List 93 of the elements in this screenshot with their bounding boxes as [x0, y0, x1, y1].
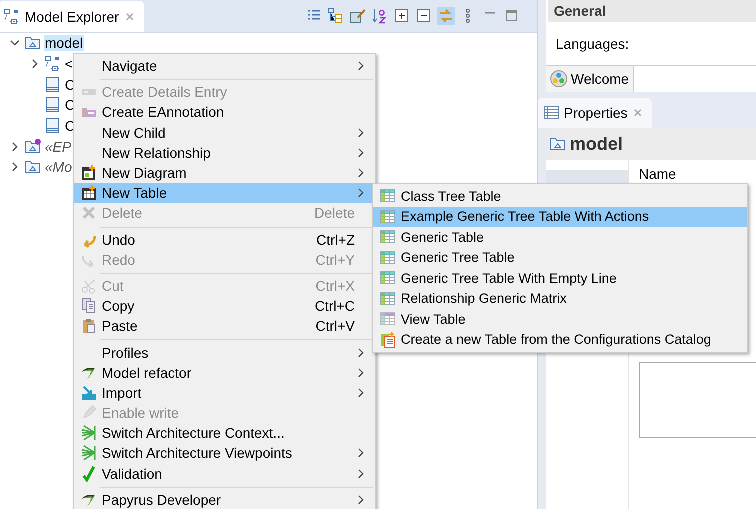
table-icon: [45, 118, 61, 134]
chevron-right-icon[interactable]: [10, 142, 20, 152]
chevron-right-icon: [357, 148, 365, 158]
menu-item[interactable]: Papyrus Developer: [74, 490, 375, 509]
tree-item[interactable]: «EP: [44, 138, 72, 155]
menu-item[interactable]: Create a new Table from the Configurations Catalog: [373, 330, 747, 350]
field-label: Name: [639, 166, 678, 182]
menu-item[interactable]: Model refactor: [74, 362, 375, 383]
package-icon: [550, 136, 566, 152]
menu-item[interactable]: Example Generic Tree Table With Actions: [373, 206, 747, 227]
menu-item[interactable]: New Relationship: [74, 142, 375, 163]
view-tab[interactable]: Model Explorer: [0, 1, 144, 32]
diagram-icon: [45, 56, 61, 72]
profile-package-icon: [25, 138, 41, 155]
tree-item[interactable]: «Mo: [44, 159, 74, 176]
chevron-right-icon: [357, 168, 365, 178]
edit-icon[interactable]: [349, 7, 367, 25]
collapse-all-icon[interactable]: [415, 7, 433, 25]
fan-icon: [81, 425, 97, 442]
chevron-right-icon: [357, 188, 365, 198]
menu-item[interactable]: Paste Ctrl+V: [74, 316, 375, 336]
table-icon: [380, 229, 396, 246]
chevron-right-icon: [357, 61, 365, 72]
menu-item[interactable]: Generic Tree Table With Empty Line: [373, 268, 747, 288]
welcome-icon: [550, 70, 568, 88]
table-icon: [380, 188, 396, 204]
chevron-right-icon: [357, 494, 365, 505]
table-icon: [45, 76, 61, 93]
chevron-right-icon: [357, 128, 365, 138]
chevron-right-icon[interactable]: [30, 59, 40, 70]
table-add-icon: [81, 185, 97, 202]
scissors-icon: [81, 278, 97, 294]
table-icon: [380, 290, 396, 307]
menu-item[interactable]: New Diagram: [74, 162, 375, 184]
menu-item[interactable]: Undo Ctrl+Z: [74, 230, 375, 250]
table-icon: [380, 270, 396, 286]
menu-item[interactable]: New Child: [74, 122, 375, 143]
element-header: model: [546, 128, 756, 160]
chevron-right-icon: [357, 368, 365, 378]
cross-icon: [81, 205, 97, 222]
clipboard-icon: [81, 318, 97, 334]
menu-item[interactable]: Relationship Generic Matrix: [373, 288, 747, 309]
check-icon: [81, 466, 97, 482]
menu-item[interactable]: Copy Ctrl+C: [74, 296, 375, 316]
close-icon[interactable]: [124, 10, 136, 22]
menu-item[interactable]: Switch Architecture Viewpoints: [74, 443, 375, 464]
section-header: General: [548, 0, 756, 22]
explorer-icon: [4, 8, 20, 24]
field-label: Languages:: [556, 36, 630, 52]
table-icon: [380, 208, 396, 225]
menu-item[interactable]: New Table: [74, 183, 375, 204]
menu-item[interactable]: Profiles: [74, 342, 375, 363]
shortcut-label: Delete: [314, 205, 356, 222]
chevron-right-icon: [357, 348, 365, 358]
tree-item[interactable]: model: [44, 35, 84, 52]
import-icon: [81, 384, 97, 401]
package-icon: [25, 35, 41, 52]
chevron-right-icon[interactable]: [10, 162, 20, 172]
chevron-right-icon: [357, 388, 365, 398]
table-icon: [544, 105, 560, 121]
menu-item[interactable]: Generic Tree Table: [373, 248, 747, 268]
shortcut-label: Ctrl+Y: [316, 252, 356, 268]
table-icon: [45, 97, 61, 114]
menu-item[interactable]: Validation: [74, 464, 375, 484]
sort-icon[interactable]: [371, 7, 389, 25]
text-area[interactable]: [639, 362, 756, 438]
tree-item[interactable]: <: [64, 56, 74, 72]
table-icon: [380, 250, 396, 266]
menu-item[interactable]: View Table: [373, 309, 747, 330]
shortcut-label: Ctrl+C: [314, 298, 356, 314]
package-icon: [25, 159, 41, 176]
menu-item[interactable]: Generic Table: [373, 227, 747, 248]
view-tab[interactable]: Properties: [538, 98, 652, 128]
fan-icon: [81, 445, 97, 462]
editor-tab[interactable]: Welcome: [546, 66, 634, 92]
menu-item[interactable]: Import: [74, 382, 375, 403]
chevron-down-icon[interactable]: [10, 38, 20, 48]
shortcut-label: Ctrl+X: [316, 278, 356, 294]
pencil-icon: [81, 405, 97, 422]
expand-all-icon[interactable]: [393, 7, 411, 25]
table-icon: [380, 311, 396, 328]
copy-icon: [81, 298, 97, 314]
menu-item[interactable]: Switch Architecture Context...: [74, 423, 375, 444]
shortcut-label: Ctrl+V: [316, 318, 356, 334]
table-add-icon: [380, 332, 396, 348]
menu-item[interactable]: Class Tree Table: [373, 186, 747, 206]
chevron-right-icon: [357, 448, 365, 458]
menu-item[interactable]: Navigate: [74, 56, 375, 76]
chevron-right-icon: [357, 468, 365, 479]
diagram-icon: [81, 165, 97, 182]
shortcut-label: Ctrl+Z: [316, 232, 356, 248]
menu-item[interactable]: Create EAnnotation: [74, 102, 375, 123]
tree-icon[interactable]: [327, 7, 345, 25]
